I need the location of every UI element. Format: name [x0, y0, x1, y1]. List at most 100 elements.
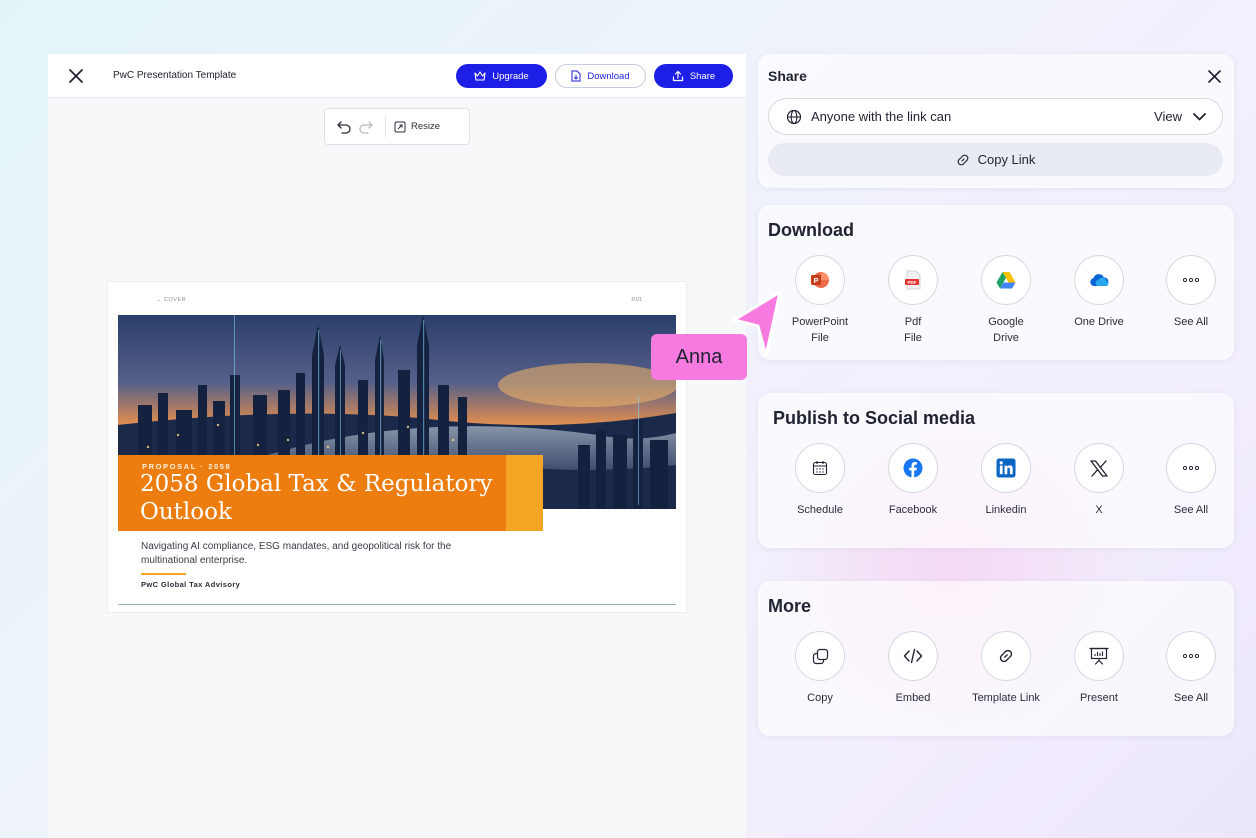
option-label-line1: See All — [1173, 316, 1209, 328]
slide-accent-rule — [141, 573, 186, 575]
more-copy-option[interactable]: Copy — [775, 631, 865, 706]
editor-panel: PwC Presentation Template Upgrade Downlo… — [48, 54, 746, 838]
download-google-drive-option[interactable]: Google Drive — [961, 255, 1051, 346]
share-button[interactable]: Share — [654, 64, 733, 88]
download-card-title: Download — [768, 220, 854, 240]
powerpoint-icon: P — [795, 255, 845, 305]
presentation-board-icon — [1074, 631, 1124, 681]
more-dots-icon — [1166, 631, 1216, 681]
social-options: Schedule Facebook Linkedin X See All — [768, 443, 1223, 543]
slide-canvas[interactable]: → COVER P.01 PROPOSAL · 2058 2058 Global… — [108, 282, 686, 612]
more-options: Copy Embed Template Link Present See All — [768, 631, 1223, 731]
code-icon — [888, 631, 938, 681]
copy-link-label: Copy Link — [977, 152, 1036, 167]
editor-header: PwC Presentation Template Upgrade Downlo… — [48, 54, 746, 98]
title-band-accent — [506, 455, 543, 531]
share-card-title: Share — [768, 68, 807, 84]
download-button[interactable]: Download — [555, 64, 646, 88]
social-x-option[interactable]: X — [1054, 443, 1144, 518]
link-icon — [957, 154, 968, 165]
onedrive-icon — [1074, 255, 1124, 305]
crown-icon — [474, 71, 486, 81]
link-icon — [981, 631, 1031, 681]
option-label-line2: File — [811, 332, 829, 344]
share-upload-icon — [672, 70, 683, 82]
download-card: Download P PowerPoint File PDF Pdf File Go… — [758, 205, 1234, 360]
social-card-title: Publish to Social media — [773, 408, 976, 428]
link-permission-select[interactable]: Anyone with the link can View — [768, 98, 1223, 135]
slide-brand: PwC Global Tax Advisory — [141, 580, 241, 589]
social-linkedin-option[interactable]: Linkedin — [961, 443, 1051, 518]
permission-label: Anyone with the link can — [811, 109, 952, 124]
slide-cover-label: → COVER — [156, 297, 187, 303]
share-label: Share — [689, 70, 716, 82]
social-card: Publish to Social media Schedule Faceboo… — [758, 393, 1234, 548]
svg-text:PDF: PDF — [908, 280, 917, 285]
slide-title: 2058 Global Tax & Regulatory Outlook — [140, 471, 493, 525]
undo-icon — [337, 120, 351, 134]
more-card-title: More — [768, 596, 812, 616]
download-see-all-option[interactable]: See All — [1146, 255, 1236, 330]
canvas-toolbar: Resize — [324, 108, 470, 145]
option-label: X — [1095, 504, 1103, 516]
slide-footer-rule — [118, 604, 676, 605]
social-schedule-option[interactable]: Schedule — [775, 443, 865, 518]
option-label: Copy — [807, 692, 833, 704]
share-close-button[interactable] — [1206, 68, 1222, 84]
option-label: See All — [1173, 692, 1209, 704]
resize-label: Resize — [411, 121, 441, 132]
option-label-line2: File — [904, 332, 922, 344]
download-onedrive-option[interactable]: One Drive — [1054, 255, 1144, 330]
upgrade-button[interactable]: Upgrade — [456, 64, 547, 88]
download-file-icon — [571, 70, 581, 82]
x-logo-icon — [1074, 443, 1124, 493]
linkedin-icon — [981, 443, 1031, 493]
download-powerpoint-option[interactable]: P PowerPoint File — [775, 255, 865, 346]
more-embed-option[interactable]: Embed — [868, 631, 958, 706]
redo-icon — [359, 120, 373, 134]
svg-text:P: P — [813, 276, 818, 285]
google-drive-icon — [981, 255, 1031, 305]
globe-icon — [785, 108, 803, 126]
option-label: Template Link — [972, 692, 1040, 704]
option-label-line1: Google — [988, 316, 1024, 328]
download-pdf-option[interactable]: PDF Pdf File — [868, 255, 958, 346]
option-label-line1: One Drive — [1074, 316, 1124, 328]
option-label: Linkedin — [985, 504, 1027, 516]
option-label-line2: Drive — [993, 332, 1019, 344]
resize-button[interactable]: Resize — [394, 121, 440, 133]
more-dots-icon — [1166, 255, 1216, 305]
more-card: More Copy Embed Template Link Present Se… — [758, 581, 1234, 736]
slide-page-label: P.01 — [631, 297, 642, 303]
more-template-link-option[interactable]: Template Link — [961, 631, 1051, 706]
download-options: P PowerPoint File PDF Pdf File Google Drive… — [768, 255, 1223, 355]
social-see-all-option[interactable]: See All — [1146, 443, 1236, 518]
option-label: Schedule — [797, 504, 843, 516]
undo-button[interactable] — [333, 116, 355, 138]
close-icon — [1207, 69, 1221, 83]
chevron-down-icon — [1192, 110, 1206, 124]
calendar-icon — [795, 443, 845, 493]
permission-value: View — [1154, 109, 1182, 124]
more-see-all-option[interactable]: See All — [1146, 631, 1236, 706]
copy-link-button[interactable]: Copy Link — [768, 143, 1223, 176]
option-label: See All — [1173, 504, 1209, 516]
resize-icon — [394, 121, 406, 132]
share-card: Share Anyone with the link can View Copy… — [758, 54, 1234, 188]
more-present-option[interactable]: Present — [1054, 631, 1144, 706]
facebook-icon — [888, 443, 938, 493]
copy-icon — [795, 631, 845, 681]
option-label-line1: PowerPoint — [791, 316, 849, 328]
option-label-line1: Pdf — [904, 316, 922, 328]
redo-button[interactable] — [355, 116, 377, 138]
collaborator-name-tag: Anna — [651, 334, 747, 380]
option-label: Present — [1080, 692, 1118, 704]
download-label: Download — [587, 70, 630, 82]
close-editor-button[interactable] — [66, 66, 86, 86]
social-facebook-option[interactable]: Facebook — [868, 443, 958, 518]
close-icon — [69, 69, 83, 83]
option-label: Embed — [895, 692, 931, 704]
collaborator-name: Anna — [675, 345, 723, 368]
pdf-icon: PDF — [888, 255, 938, 305]
more-dots-icon — [1166, 443, 1216, 493]
